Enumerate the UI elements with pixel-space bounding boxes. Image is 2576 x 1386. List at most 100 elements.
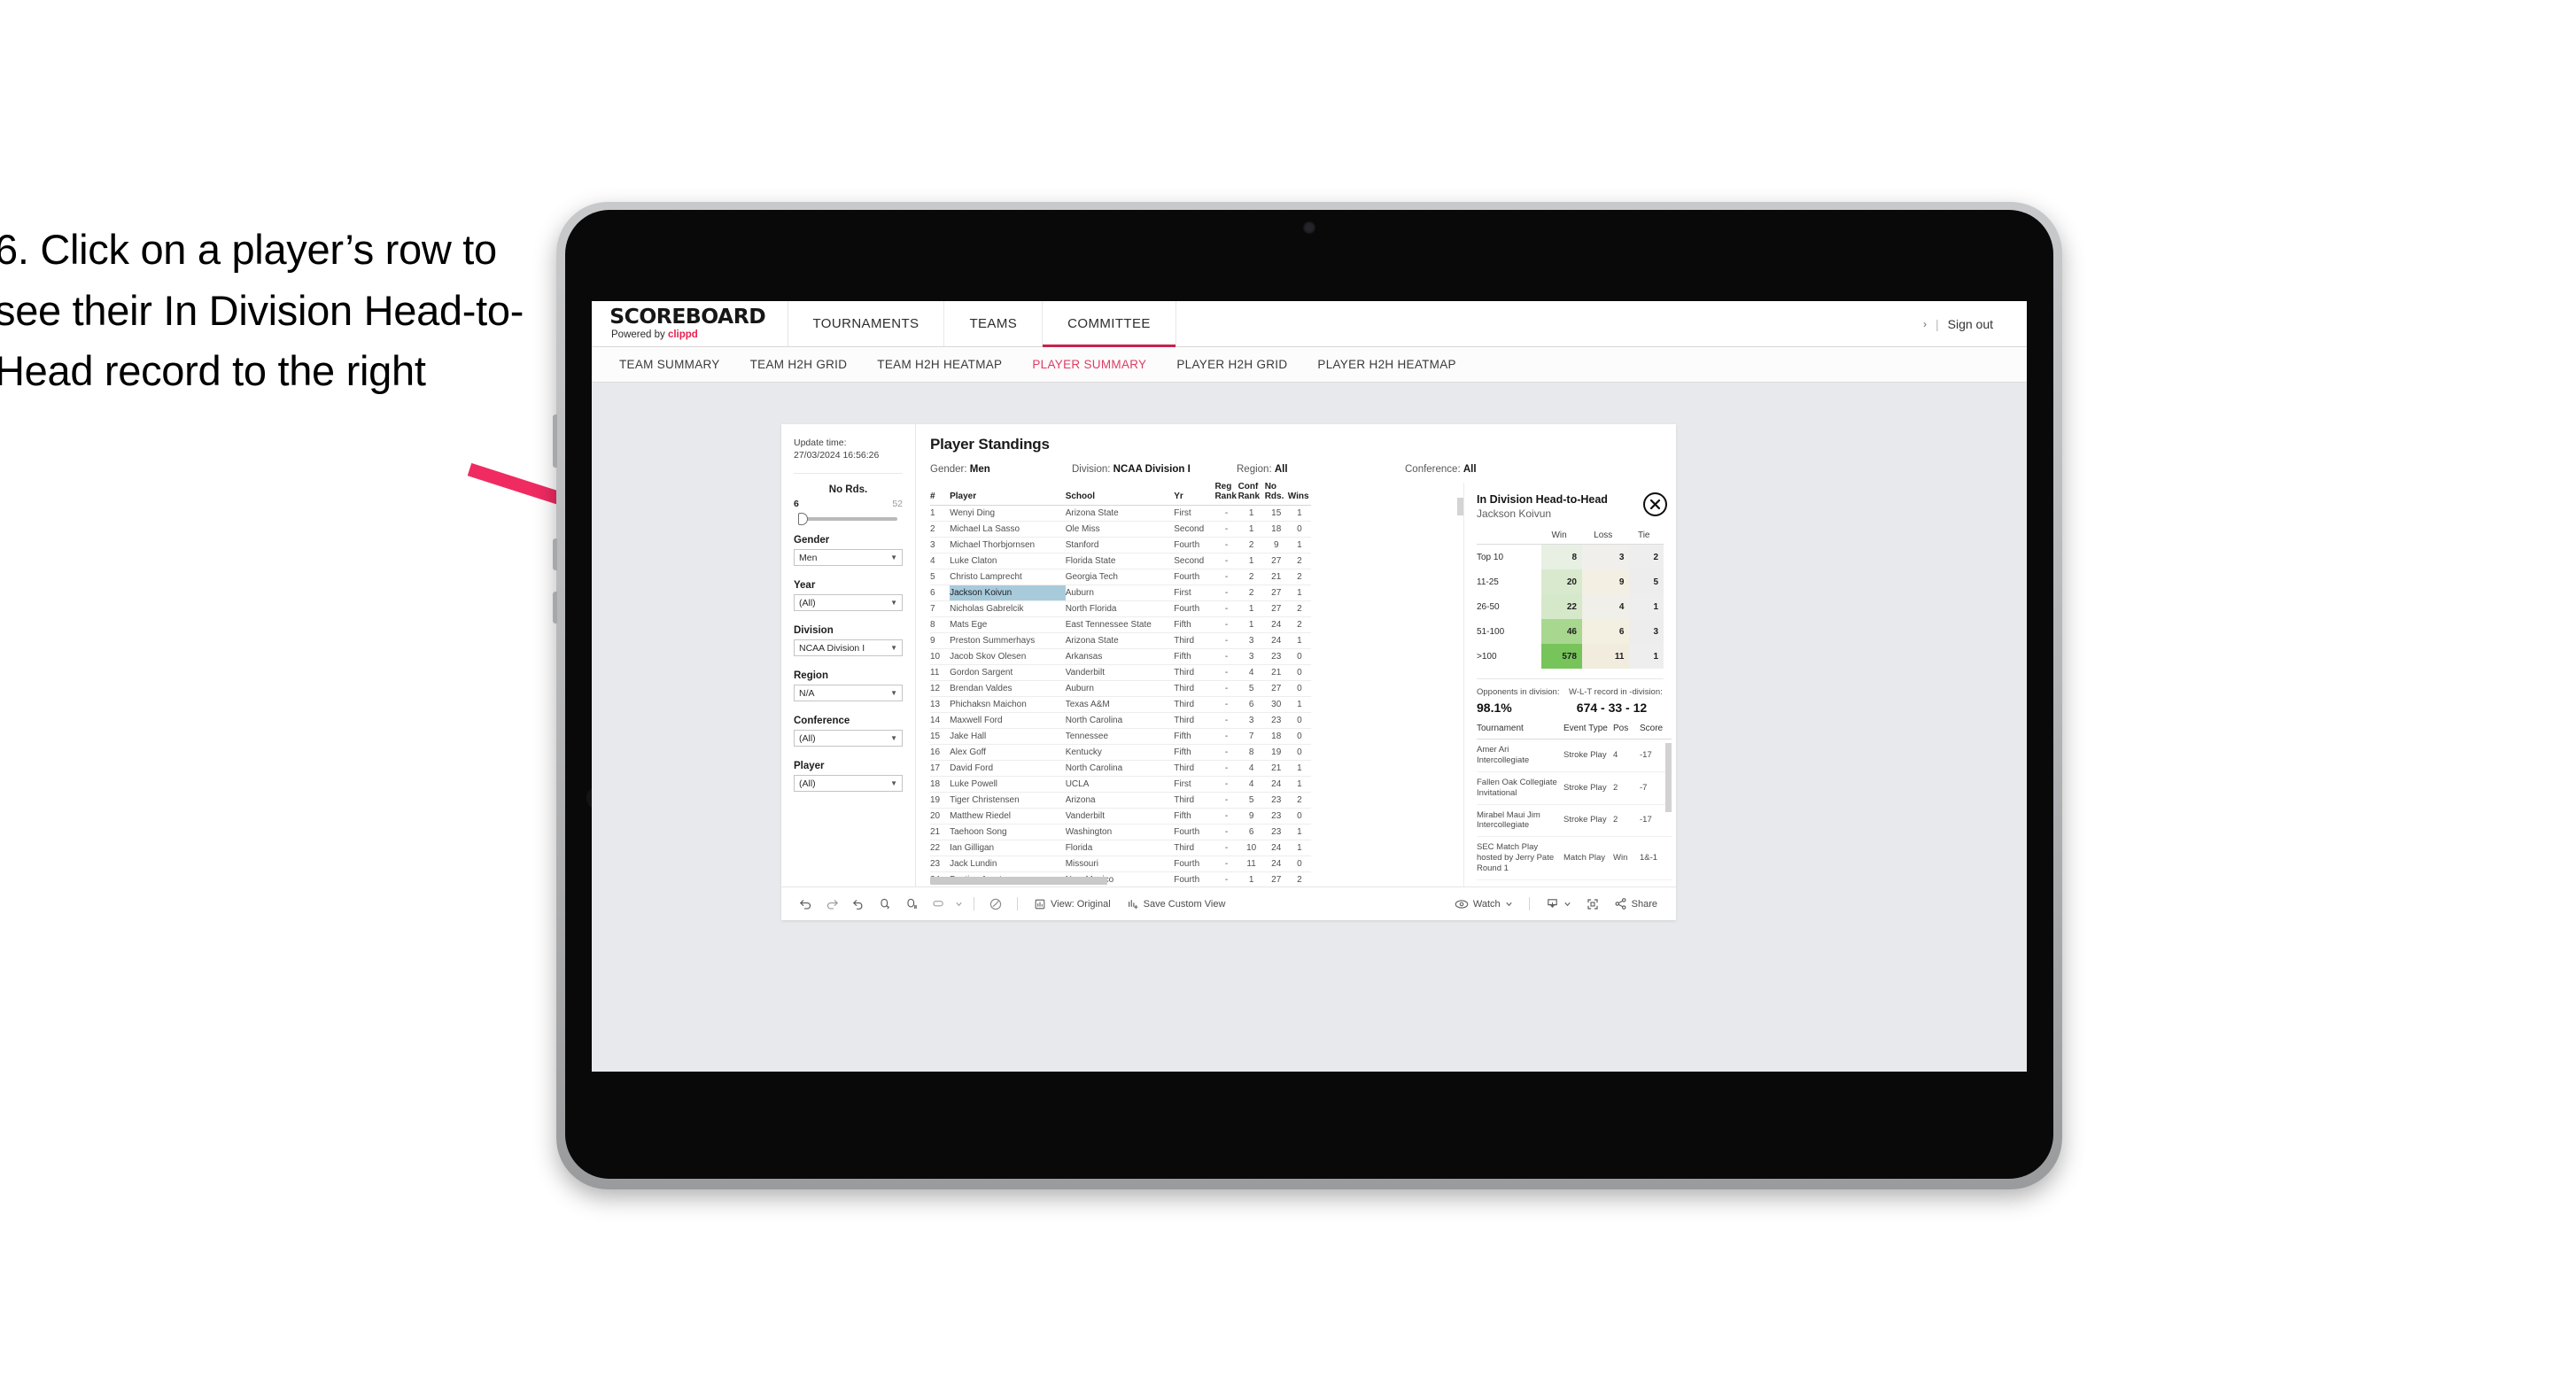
table-row[interactable]: 20 Matthew Riedel Vanderbilt Fifth -9 23 0	[930, 808, 1311, 825]
brand-logo[interactable]: SCOREBOARD Powered by clippd	[592, 301, 788, 346]
volume-down-button[interactable]	[553, 592, 557, 623]
cell-conf-rank: 1	[1238, 553, 1265, 569]
tab-team-h2h-grid[interactable]: TEAM H2H GRID	[735, 347, 863, 382]
pause-icon[interactable]	[898, 891, 925, 918]
highlight-icon[interactable]	[925, 891, 951, 918]
cell-conf-rank: 1	[1238, 521, 1265, 538]
table-row[interactable]: 9 Preston Summerhays Arizona State Third -3 2…	[930, 632, 1311, 649]
table-row[interactable]: 2 Michael La Sasso Ole Miss Second -1 18 0	[930, 521, 1311, 538]
filter-gender-select[interactable]: Men ▼	[794, 549, 903, 567]
table-header-row: # Player School Yr Reg Rank Conf Rank No Rd…	[930, 483, 1311, 506]
table-row[interactable]: 7 Nicholas Gabrelcik North Florida Fourth -1…	[930, 600, 1311, 617]
tournament-vertical-scrollbar[interactable]	[1665, 743, 1672, 812]
watch-button[interactable]: Watch	[1447, 899, 1521, 910]
fullscreen-icon[interactable]	[1579, 891, 1606, 918]
slider-handle[interactable]	[798, 513, 808, 526]
close-icon[interactable]	[1643, 492, 1667, 516]
table-row[interactable]: 11 Gordon Sargent Vanderbilt Third -4 21 0	[930, 664, 1311, 681]
undo-icon[interactable]	[792, 891, 819, 918]
table-row[interactable]: 1 Wenyi Ding Arizona State First -1 15 1	[930, 505, 1311, 522]
table-row[interactable]: 18 Luke Powell UCLA First -4 24 1	[930, 776, 1311, 793]
table-row[interactable]: 16 Alex Goff Kentucky Fifth -8 19 0	[930, 744, 1311, 761]
tab-player-h2h-grid[interactable]: PLAYER H2H GRID	[1161, 347, 1302, 382]
dropdown-caret-icon[interactable]	[951, 891, 966, 918]
tab-player-h2h-heatmap[interactable]: PLAYER H2H HEATMAP	[1302, 347, 1470, 382]
topnav-item-committee[interactable]: COMMITTEE	[1043, 301, 1176, 347]
filter-gender-value: Men	[799, 552, 818, 563]
standings-vertical-scrollbar[interactable]	[1457, 498, 1463, 515]
zoom-icon[interactable]	[982, 891, 1009, 918]
cell-no-rds: 27	[1264, 585, 1288, 601]
cell-wins: 1	[1287, 585, 1311, 601]
filter-region-select[interactable]: N/A ▼	[794, 685, 903, 702]
cell-year: First	[1174, 585, 1215, 601]
table-row[interactable]: 3 Michael Thorbjornsen Stanford Fourth -2 9 1	[930, 537, 1311, 554]
cell-rank: 3	[930, 537, 950, 554]
filter-conference-select[interactable]: (All) ▼	[794, 730, 903, 747]
table-row[interactable]: 10 Jacob Skov Olesen Arkansas Fifth -3 23 0	[930, 648, 1311, 665]
chevron-down-icon	[1506, 902, 1512, 907]
cell-conf-rank: 4	[1238, 760, 1265, 777]
tournament-row[interactable]: Mirabel Maui Jim Intercollegiate Stroke P…	[1477, 804, 1672, 838]
table-row[interactable]: 6 Jackson Koivun Auburn First -2 27 1	[930, 585, 1311, 601]
col-no-rds[interactable]: No Rds.	[1264, 483, 1288, 506]
table-row[interactable]: 15 Jake Hall Tennessee Fifth -7 18 0	[930, 728, 1311, 745]
sign-out-link[interactable]: Sign out	[1948, 317, 1993, 331]
tab-team-summary[interactable]: TEAM SUMMARY	[604, 347, 735, 382]
table-row[interactable]: 22 Ian Gilligan Florida Third -10 24 1	[930, 840, 1311, 856]
share-button[interactable]: Share	[1606, 897, 1665, 910]
cell-player: Michael La Sasso	[950, 521, 1066, 538]
no-rounds-slider[interactable]	[798, 513, 897, 526]
tournament-row[interactable]: SEC Match Play hosted by Jerry Pate Roun…	[1477, 836, 1672, 880]
top-navigation-bar: SCOREBOARD Powered by clippd TOURNAMENTS…	[592, 301, 2027, 347]
table-row[interactable]: 13 Phichaksn Maichon Texas A&M Third -6 30 1	[930, 696, 1311, 713]
cell-no-rds: 23	[1264, 648, 1288, 665]
cell-year: First	[1174, 505, 1215, 522]
cell-no-rds: 23	[1264, 712, 1288, 729]
filter-player-select[interactable]: (All) ▼	[794, 775, 903, 793]
cell-school: Ole Miss	[1065, 521, 1175, 538]
refresh-icon[interactable]	[872, 891, 898, 918]
volume-button[interactable]	[553, 414, 557, 468]
cell-year: Third	[1174, 664, 1215, 681]
table-row[interactable]: 21 Taehoon Song Washington Fourth -6 23 1	[930, 824, 1311, 840]
tab-player-summary[interactable]: PLAYER SUMMARY	[1017, 347, 1161, 382]
table-row[interactable]: 4 Luke Claton Florida State Second -1 27 2	[930, 553, 1311, 569]
tab-team-h2h-heatmap[interactable]: TEAM H2H HEATMAP	[862, 347, 1017, 382]
table-row[interactable]: 23 Jack Lundin Missouri Fourth -11 24 0	[930, 856, 1311, 872]
col-school[interactable]: School	[1065, 483, 1175, 506]
filter-region: Region N/A ▼	[794, 670, 903, 702]
col-year[interactable]: Yr	[1174, 483, 1215, 506]
summary-value: All	[1463, 464, 1477, 475]
table-row[interactable]: 19 Tiger Christensen Arizona Third -5 23 2	[930, 792, 1311, 809]
cell-player: Phichaksn Maichon	[950, 696, 1066, 713]
table-row[interactable]: 8 Mats Ege East Tennessee State Fifth -1 24 2	[930, 616, 1311, 633]
tournament-row[interactable]: Amer Ari Intercollegiate Stroke Play 4 -17	[1477, 739, 1672, 772]
volume-up-button[interactable]	[553, 538, 557, 570]
table-row[interactable]: 17 David Ford North Carolina Third -4 21 1	[930, 760, 1311, 777]
col-player[interactable]: Player	[950, 483, 1066, 506]
col-rank[interactable]: #	[930, 483, 950, 506]
tournament-table: Tournament Event Type Pos Score Amer Ari…	[1477, 724, 1672, 880]
revert-icon[interactable]	[845, 891, 872, 918]
col-reg-rank[interactable]: Reg Rank	[1214, 483, 1238, 506]
chevron-right-icon[interactable]: ›	[1923, 318, 1927, 330]
tournament-row[interactable]: Fallen Oak Collegiate Invitational Stroke…	[1477, 771, 1672, 805]
view-original-button[interactable]: View: Original	[1026, 898, 1119, 910]
col-wins[interactable]: Wins	[1287, 483, 1311, 506]
filter-division-select[interactable]: NCAA Division I ▼	[794, 639, 903, 657]
cell-year: Fourth	[1174, 871, 1215, 887]
filter-year-select[interactable]: (All) ▼	[794, 594, 903, 612]
table-row[interactable]: 5 Christo Lamprecht Georgia Tech Fourth -2 21…	[930, 569, 1311, 585]
table-row[interactable]: 12 Brendan Valdes Auburn Third -5 27 0	[930, 680, 1311, 697]
topnav-item-tournaments[interactable]: TOURNAMENTS	[788, 301, 945, 346]
h2h-tie-cell: 1	[1629, 594, 1664, 619]
topnav-item-teams[interactable]: TEAMS	[944, 301, 1044, 346]
table-row[interactable]: 14 Maxwell Ford North Carolina Third -3 23 0	[930, 712, 1311, 729]
redo-icon[interactable]	[819, 891, 845, 918]
standings-horizontal-scrollbar[interactable]	[930, 877, 1107, 885]
col-conf-rank[interactable]: Conf Rank	[1238, 483, 1265, 506]
app-viewport: SCOREBOARD Powered by clippd TOURNAMENTS…	[592, 301, 2027, 1072]
download-button[interactable]	[1538, 897, 1579, 910]
save-custom-view-button[interactable]: Save Custom View	[1119, 898, 1234, 910]
